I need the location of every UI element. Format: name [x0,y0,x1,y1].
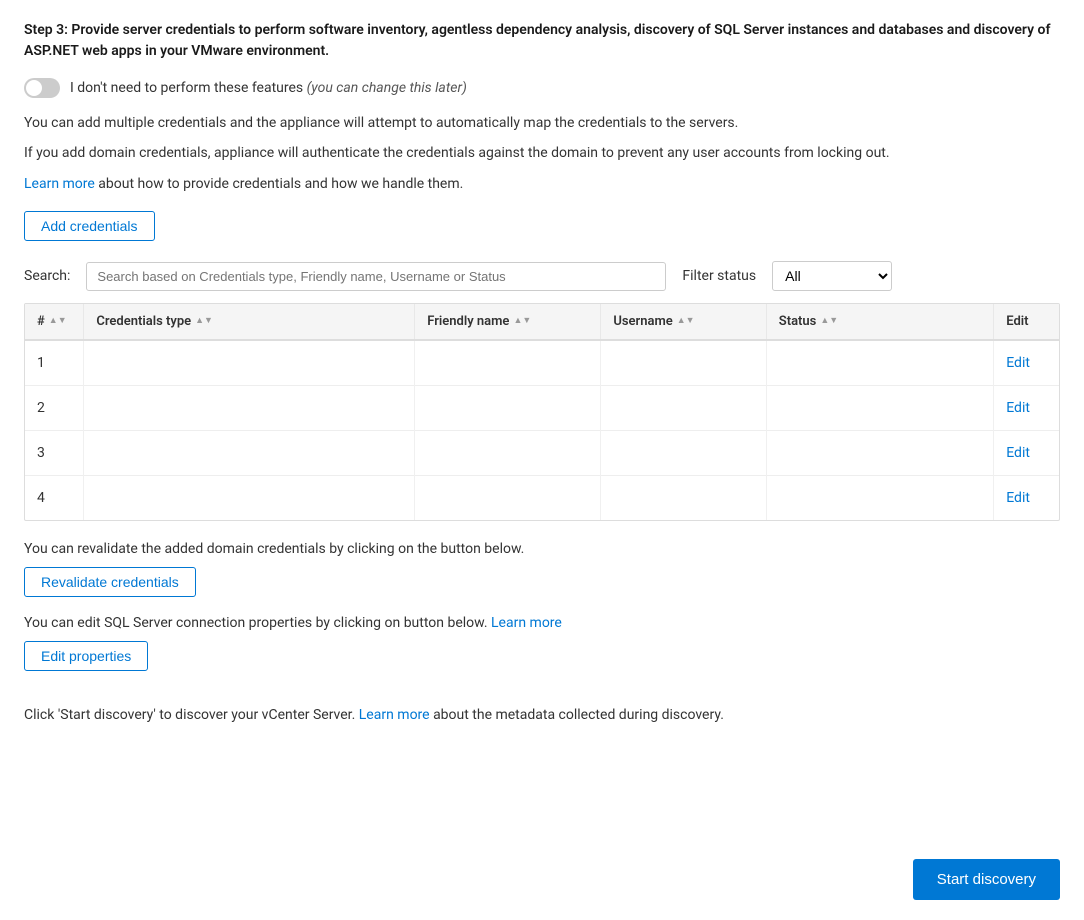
th-status: Status ▲▼ [766,304,993,340]
cell-friendly-name-2 [415,386,601,431]
credentials-table-container: # ▲▼ Credentials type ▲▼ Friendly name ▲… [24,303,1060,521]
edit-link-1[interactable]: Edit [1006,355,1030,371]
discovery-learn-more-link[interactable]: Learn more [359,707,430,723]
sort-icon-num[interactable]: ▲▼ [49,317,67,326]
learn-more-link-credentials[interactable]: Learn more [24,176,95,192]
cell-num-4: 4 [25,476,84,521]
edit-link-4[interactable]: Edit [1006,490,1030,506]
th-friendly-name: Friendly name ▲▼ [415,304,601,340]
table-row: 4 Edit [25,476,1059,521]
table-row: 1 Edit [25,340,1059,386]
sql-text: You can edit SQL Server connection prope… [24,615,1060,631]
feature-toggle[interactable] [24,78,60,98]
click-discovery-text: Click 'Start discovery' to discover your… [24,707,1060,723]
info-line-2: If you add domain credentials, appliance… [24,142,1060,164]
cell-cred-type-2 [84,386,415,431]
edit-link-3[interactable]: Edit [1006,445,1030,461]
sql-learn-more-link[interactable]: Learn more [491,615,562,631]
start-discovery-button[interactable]: Start discovery [913,859,1060,900]
revalidate-credentials-button[interactable]: Revalidate credentials [24,567,196,597]
sort-icon-friendly[interactable]: ▲▼ [513,317,531,326]
th-edit: Edit [994,304,1059,340]
cell-edit-2[interactable]: Edit [994,386,1059,431]
cell-username-3 [601,431,766,476]
cell-friendly-name-4 [415,476,601,521]
revalidate-text: You can revalidate the added domain cred… [24,541,1060,557]
cell-edit-1[interactable]: Edit [994,340,1059,386]
sort-icon-username[interactable]: ▲▼ [677,317,695,326]
table-row: 2 Edit [25,386,1059,431]
sort-icon-status[interactable]: ▲▼ [820,317,838,326]
th-num: # ▲▼ [25,304,84,340]
cell-status-4 [766,476,993,521]
edit-link-2[interactable]: Edit [1006,400,1030,416]
cell-status-3 [766,431,993,476]
toggle-label: I don't need to perform these features (… [70,80,467,96]
filter-status-label: Filter status [682,268,756,284]
search-input[interactable] [86,262,666,291]
search-filter-row: Search: Filter status All Valid Invalid … [24,261,1060,291]
credentials-table: # ▲▼ Credentials type ▲▼ Friendly name ▲… [25,304,1059,520]
bottom-section: You can revalidate the added domain cred… [24,541,1060,723]
learn-more-row: Learn more about how to provide credenti… [24,173,1060,195]
table-row: 3 Edit [25,431,1059,476]
cell-cred-type-3 [84,431,415,476]
filter-status-select[interactable]: All Valid Invalid Not validated [772,261,892,291]
step-title: Step 3: Provide server credentials to pe… [24,20,1060,62]
cell-num-3: 3 [25,431,84,476]
cell-username-4 [601,476,766,521]
cell-status-2 [766,386,993,431]
add-credentials-button[interactable]: Add credentials [24,211,155,241]
table-header-row: # ▲▼ Credentials type ▲▼ Friendly name ▲… [25,304,1059,340]
th-username: Username ▲▼ [601,304,766,340]
cell-cred-type-1 [84,340,415,386]
cell-friendly-name-1 [415,340,601,386]
cell-num-2: 2 [25,386,84,431]
cell-cred-type-4 [84,476,415,521]
cell-friendly-name-3 [415,431,601,476]
toggle-row: I don't need to perform these features (… [24,78,1060,98]
cell-status-1 [766,340,993,386]
info-line-1: You can add multiple credentials and the… [24,112,1060,134]
search-label: Search: [24,268,70,284]
cell-username-2 [601,386,766,431]
cell-edit-4[interactable]: Edit [994,476,1059,521]
edit-properties-button[interactable]: Edit properties [24,641,148,671]
sort-icon-cred[interactable]: ▲▼ [195,317,213,326]
cell-username-1 [601,340,766,386]
th-cred-type: Credentials type ▲▼ [84,304,415,340]
cell-edit-3[interactable]: Edit [994,431,1059,476]
cell-num-1: 1 [25,340,84,386]
